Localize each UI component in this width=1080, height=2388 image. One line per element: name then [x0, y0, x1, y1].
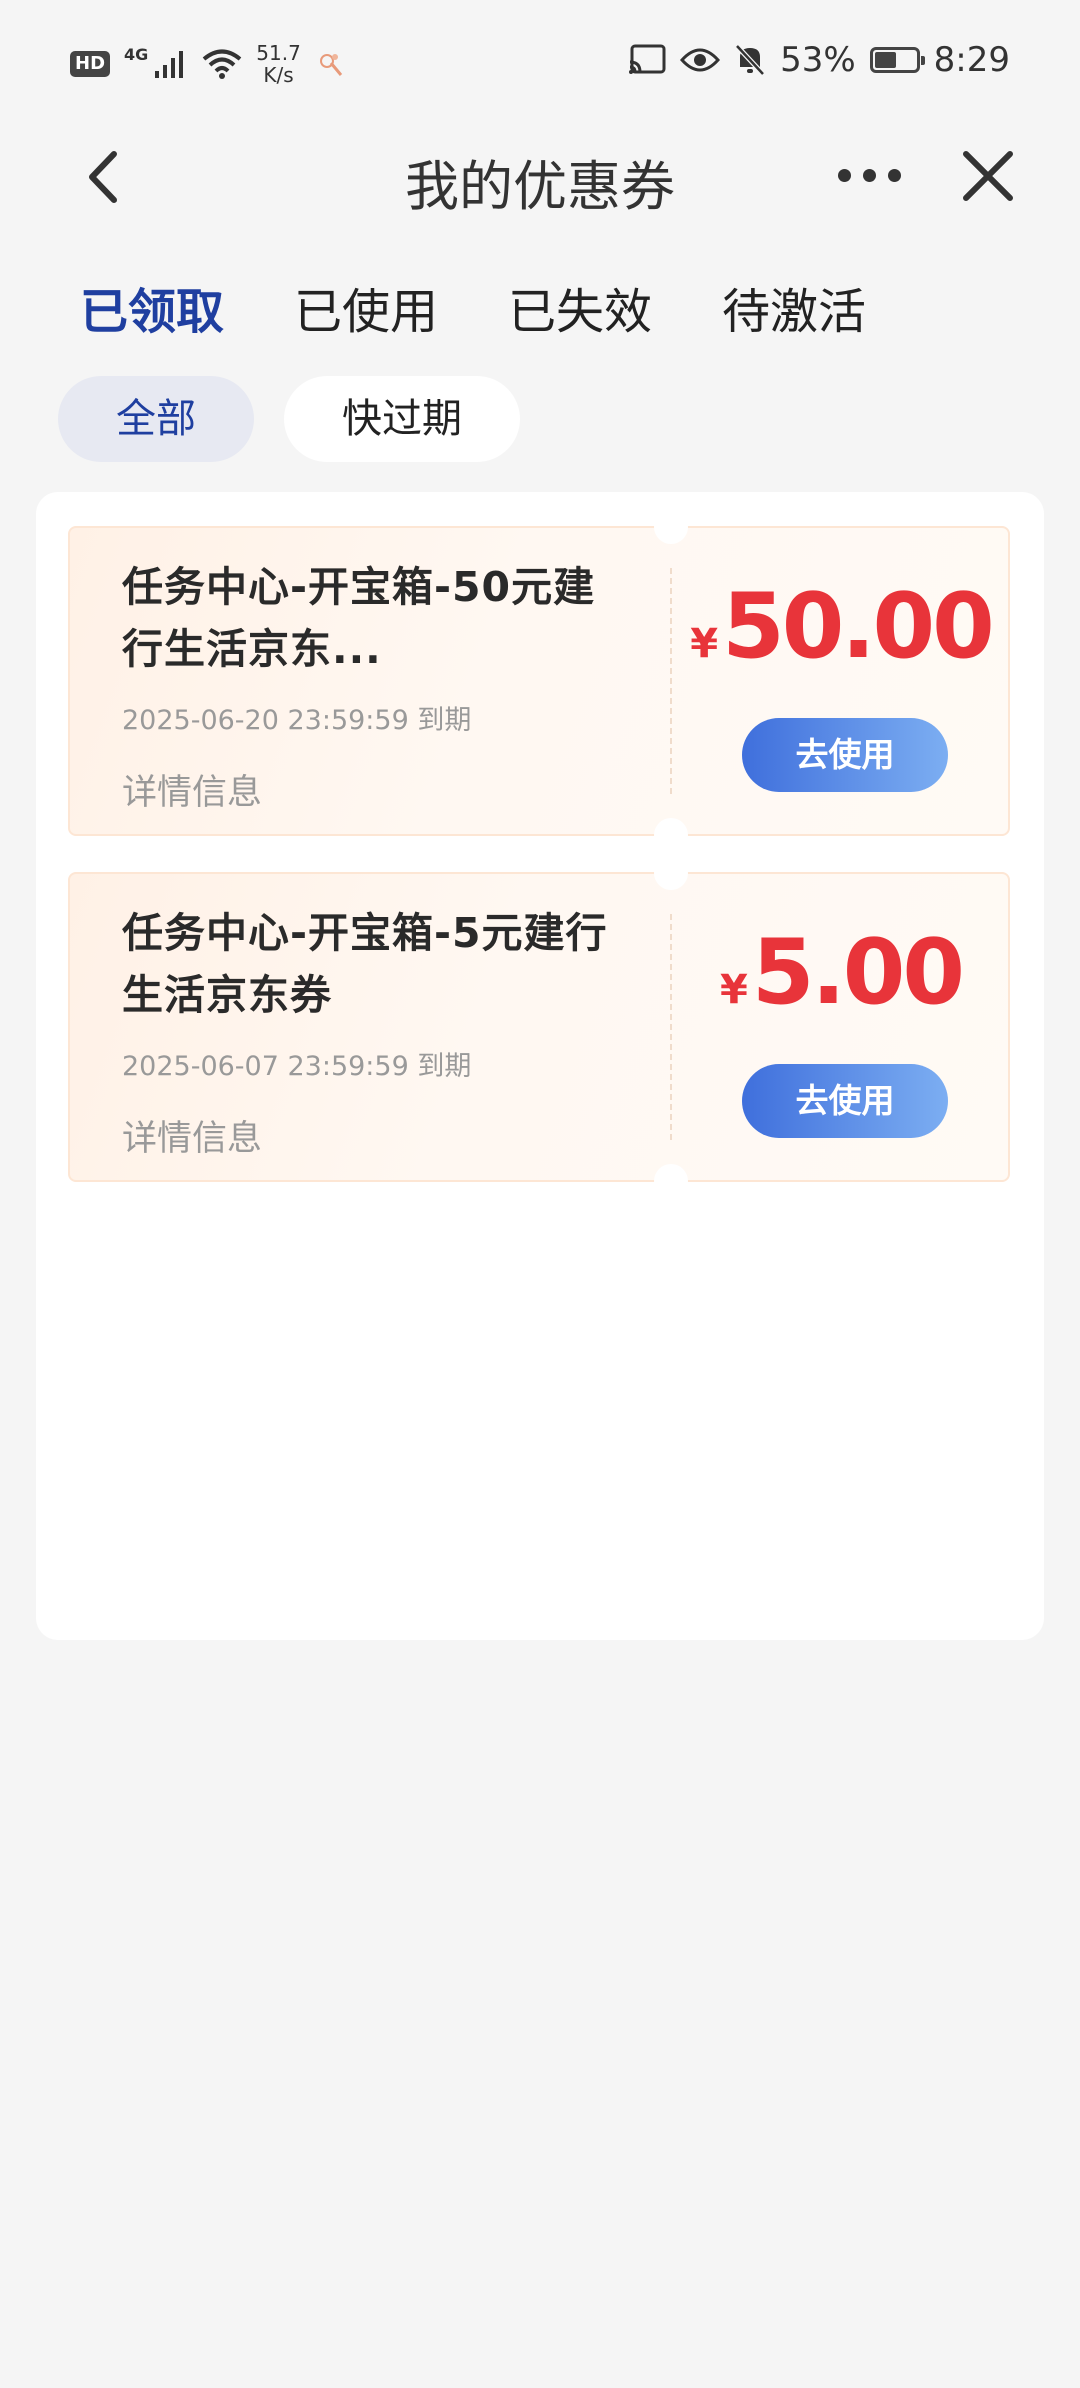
- coupon-status-tabs: 已领取 已使用 已失效 待激活: [80, 280, 866, 344]
- signal-icon: [155, 51, 184, 78]
- amount-value: 50.00: [722, 574, 995, 679]
- ticket-notch: [654, 1164, 688, 1198]
- coupon-card: 任务中心-开宝箱-50元建行生活京东... 2025-06-20 23:59:5…: [68, 510, 1012, 852]
- coupon-title: 任务中心-开宝箱-50元建行生活京东...: [122, 563, 596, 673]
- status-left: HD 4G 51.7 K/s: [70, 42, 345, 86]
- coupon-expire-date: 2025-06-07 23:59:59 到期: [122, 1051, 472, 1082]
- dot: [888, 168, 901, 182]
- tab-expired[interactable]: 已失效: [508, 280, 652, 344]
- status-right: 53% 8:29: [628, 40, 1010, 80]
- coupon-title: 任务中心-开宝箱-5元建行生活京东券: [122, 909, 608, 1019]
- currency-symbol: ¥: [690, 621, 719, 667]
- use-coupon-button[interactable]: 去使用: [742, 718, 948, 792]
- filter-expiring-soon[interactable]: 快过期: [284, 376, 520, 462]
- use-coupon-button[interactable]: 去使用: [742, 1064, 948, 1138]
- nav-bar: 我的优惠券: [0, 120, 1080, 230]
- coupon-card: 任务中心-开宝箱-5元建行生活京东券 2025-06-07 23:59:59 到…: [68, 856, 1012, 1198]
- eye-comfort-icon: [680, 48, 721, 72]
- filter-all[interactable]: 全部: [58, 376, 254, 462]
- tab-received[interactable]: 已领取: [80, 280, 224, 344]
- ticket-notch: [654, 510, 688, 544]
- wifi-icon: [203, 49, 242, 79]
- clock: 8:29: [933, 40, 1010, 80]
- coupon-expire-date: 2025-06-20 23:59:59 到期: [122, 705, 472, 736]
- tab-used[interactable]: 已使用: [294, 280, 438, 344]
- coupon-details-link[interactable]: 详情信息: [122, 1110, 262, 1161]
- battery-level: [874, 52, 896, 68]
- battery-percent: 53%: [780, 40, 856, 80]
- speed-value: 51.7: [256, 41, 301, 65]
- filter-chips: 全部 快过期: [58, 376, 520, 462]
- dot: [838, 168, 851, 182]
- status-bar: HD 4G 51.7 K/s 53% 8:29: [0, 0, 1080, 130]
- coupon-amount: ¥5.00: [670, 920, 1012, 1025]
- dot: [863, 168, 876, 182]
- ticket-notch: [654, 818, 688, 852]
- currency-symbol: ¥: [720, 967, 748, 1013]
- network-type: 4G: [124, 44, 149, 64]
- coupon-amount: ¥50.00: [670, 574, 1012, 679]
- mute-bell-icon: [735, 44, 765, 76]
- page-title: 我的优惠券: [405, 155, 675, 218]
- battery-icon: [869, 47, 925, 73]
- speed-unit: K/s: [263, 63, 294, 87]
- network-speed: 51.7 K/s: [256, 42, 301, 86]
- coupon-details-link[interactable]: 详情信息: [122, 764, 262, 815]
- more-dots-icon[interactable]: [838, 160, 902, 190]
- cast-icon: [629, 44, 666, 74]
- tab-pending-activation[interactable]: 待激活: [722, 280, 866, 344]
- ticket-notch: [654, 856, 688, 890]
- amount-value: 5.00: [751, 920, 965, 1025]
- hd-badge: HD: [70, 51, 111, 77]
- close-icon[interactable]: [958, 142, 1018, 212]
- app-notification-icon: [319, 54, 342, 76]
